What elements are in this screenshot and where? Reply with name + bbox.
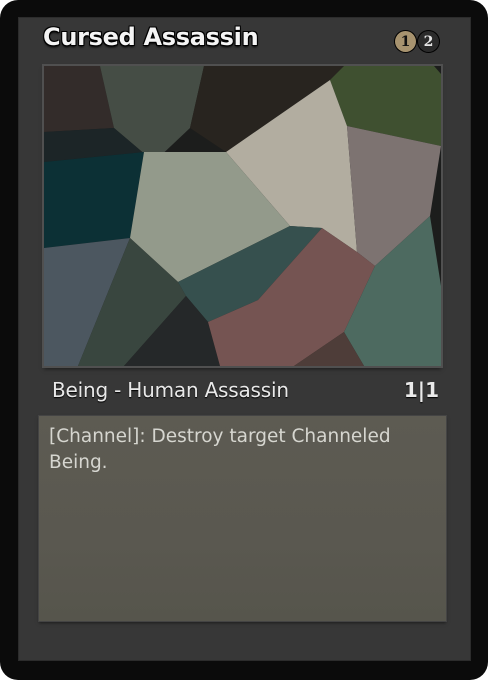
rules-text: [Channel]: Destroy target Channeled Bein… <box>49 426 391 473</box>
card-art <box>44 66 441 366</box>
type-line: Being - Human Assassin <box>52 378 289 402</box>
art-shard <box>44 152 144 248</box>
mana-cost: 1 2 <box>393 31 439 52</box>
card-frame: Cursed Assassin 1 2 Being - Human Assass… <box>0 0 488 680</box>
power-toughness: 1|1 <box>403 378 439 402</box>
mana-symbol-generic: 1 <box>395 31 416 52</box>
rules-text-box: [Channel]: Destroy target Channeled Bein… <box>39 416 446 621</box>
card-name: Cursed Assassin <box>43 23 259 51</box>
art-voronoi-image <box>44 66 441 366</box>
mana-symbol-dark: 2 <box>418 31 439 52</box>
